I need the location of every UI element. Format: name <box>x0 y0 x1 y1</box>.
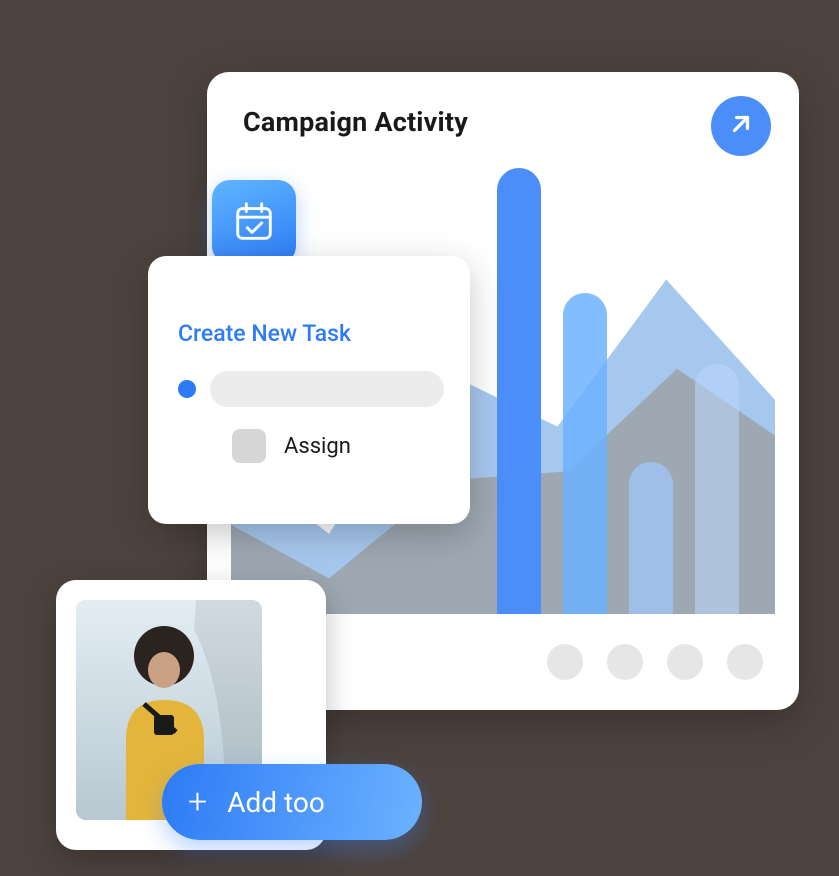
expand-button[interactable] <box>711 96 771 156</box>
add-too-button[interactable]: + Add too <box>162 764 422 840</box>
chart-bar <box>563 293 607 614</box>
create-task-title: Create New Task <box>178 320 444 347</box>
assignee-placeholder-icon <box>232 429 266 463</box>
add-too-label: Add too <box>227 786 325 819</box>
create-task-card: Create New Task Assign <box>148 256 470 524</box>
assign-row[interactable]: Assign <box>232 429 444 463</box>
task-input-row <box>178 371 444 407</box>
task-bullet-icon <box>178 380 196 398</box>
chart-bar <box>695 364 739 614</box>
task-name-input[interactable] <box>210 371 444 407</box>
calendar-check-icon <box>212 180 296 264</box>
chart-bar <box>497 168 541 614</box>
plus-icon: + <box>188 785 207 819</box>
xaxis-dot <box>547 644 583 680</box>
arrow-up-right-icon <box>728 111 754 141</box>
xaxis-dot <box>607 644 643 680</box>
chart-bar <box>629 462 673 614</box>
assign-label: Assign <box>284 434 351 459</box>
xaxis-dot <box>727 644 763 680</box>
xaxis-dot <box>667 644 703 680</box>
campaign-title: Campaign Activity <box>243 106 763 138</box>
